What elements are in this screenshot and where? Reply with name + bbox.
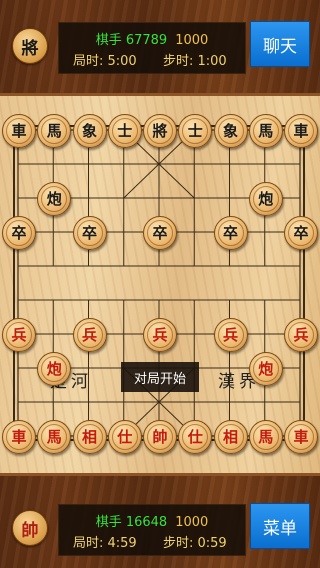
black-piece[interactable]: 馬 <box>37 114 72 148</box>
chat-button[interactable]: 聊天 <box>250 21 310 67</box>
board-grid <box>13 125 305 441</box>
black-piece[interactable]: 象 <box>72 114 107 148</box>
opponent-game-time: 局时: 5:00 <box>73 54 137 69</box>
opponent-bar: 將 棋手 67789 1000 局时: 5:00 步时: 1:00 聊天 <box>0 8 320 84</box>
player-name: 棋手 16648 <box>95 515 168 530</box>
black-piece[interactable]: 車 <box>284 114 318 148</box>
opponent-name: 棋手 67789 <box>95 33 168 48</box>
red-piece[interactable]: 車 <box>2 420 36 454</box>
black-piece[interactable]: 士 <box>107 114 142 148</box>
red-piece[interactable]: 兵 <box>284 318 318 352</box>
red-piece[interactable]: 相 <box>213 420 248 454</box>
red-piece[interactable]: 帥 <box>143 420 177 454</box>
player-step-time: 步时: 0:59 <box>163 536 227 551</box>
player-bar: 帥 棋手 16648 1000 局时: 4:59 步时: 0:59 菜单 <box>0 490 320 566</box>
player-name-row: 棋手 16648 1000 <box>59 511 245 530</box>
black-piece[interactable]: 卒 <box>143 216 177 250</box>
red-piece[interactable]: 兵 <box>213 318 248 352</box>
player-game-time: 局时: 4:59 <box>73 536 137 551</box>
red-piece[interactable]: 仕 <box>178 420 213 454</box>
black-piece[interactable]: 馬 <box>248 114 283 148</box>
black-piece[interactable]: 車 <box>2 114 36 148</box>
xiangqi-board[interactable]: 楚河 漢界 对局开始 車馬象士將士象馬車炮炮卒卒卒卒卒兵兵兵兵兵炮炮車馬相仕帥仕… <box>0 93 320 476</box>
red-piece[interactable]: 相 <box>72 420 107 454</box>
player-info-panel: 棋手 16648 1000 局时: 4:59 步时: 0:59 <box>58 504 246 556</box>
black-piece[interactable]: 卒 <box>2 216 36 250</box>
red-piece[interactable]: 兵 <box>143 318 177 352</box>
game-status-toast: 对局开始 <box>121 362 199 392</box>
black-piece[interactable]: 卒 <box>72 216 107 250</box>
opponent-avatar: 將 <box>12 28 48 64</box>
player-avatar: 帥 <box>12 510 48 546</box>
player-score: 1000 <box>175 515 209 530</box>
black-piece[interactable]: 將 <box>143 114 177 148</box>
black-piece[interactable]: 象 <box>213 114 248 148</box>
red-piece[interactable]: 炮 <box>37 352 72 386</box>
opponent-info-panel: 棋手 67789 1000 局时: 5:00 步时: 1:00 <box>58 22 246 74</box>
black-piece[interactable]: 士 <box>178 114 213 148</box>
red-piece[interactable]: 馬 <box>248 420 283 454</box>
red-piece[interactable]: 馬 <box>37 420 72 454</box>
opponent-score: 1000 <box>175 33 209 48</box>
red-piece[interactable]: 仕 <box>107 420 142 454</box>
red-piece[interactable]: 炮 <box>248 352 283 386</box>
black-piece[interactable]: 炮 <box>248 182 283 216</box>
menu-button[interactable]: 菜单 <box>250 503 310 549</box>
opponent-step-time: 步时: 1:00 <box>163 54 227 69</box>
red-piece[interactable]: 兵 <box>2 318 36 352</box>
opponent-name-row: 棋手 67789 1000 <box>59 29 245 48</box>
black-piece[interactable]: 卒 <box>284 216 318 250</box>
black-piece[interactable]: 炮 <box>37 182 72 216</box>
red-piece[interactable]: 車 <box>284 420 318 454</box>
black-piece[interactable]: 卒 <box>213 216 248 250</box>
red-piece[interactable]: 兵 <box>72 318 107 352</box>
